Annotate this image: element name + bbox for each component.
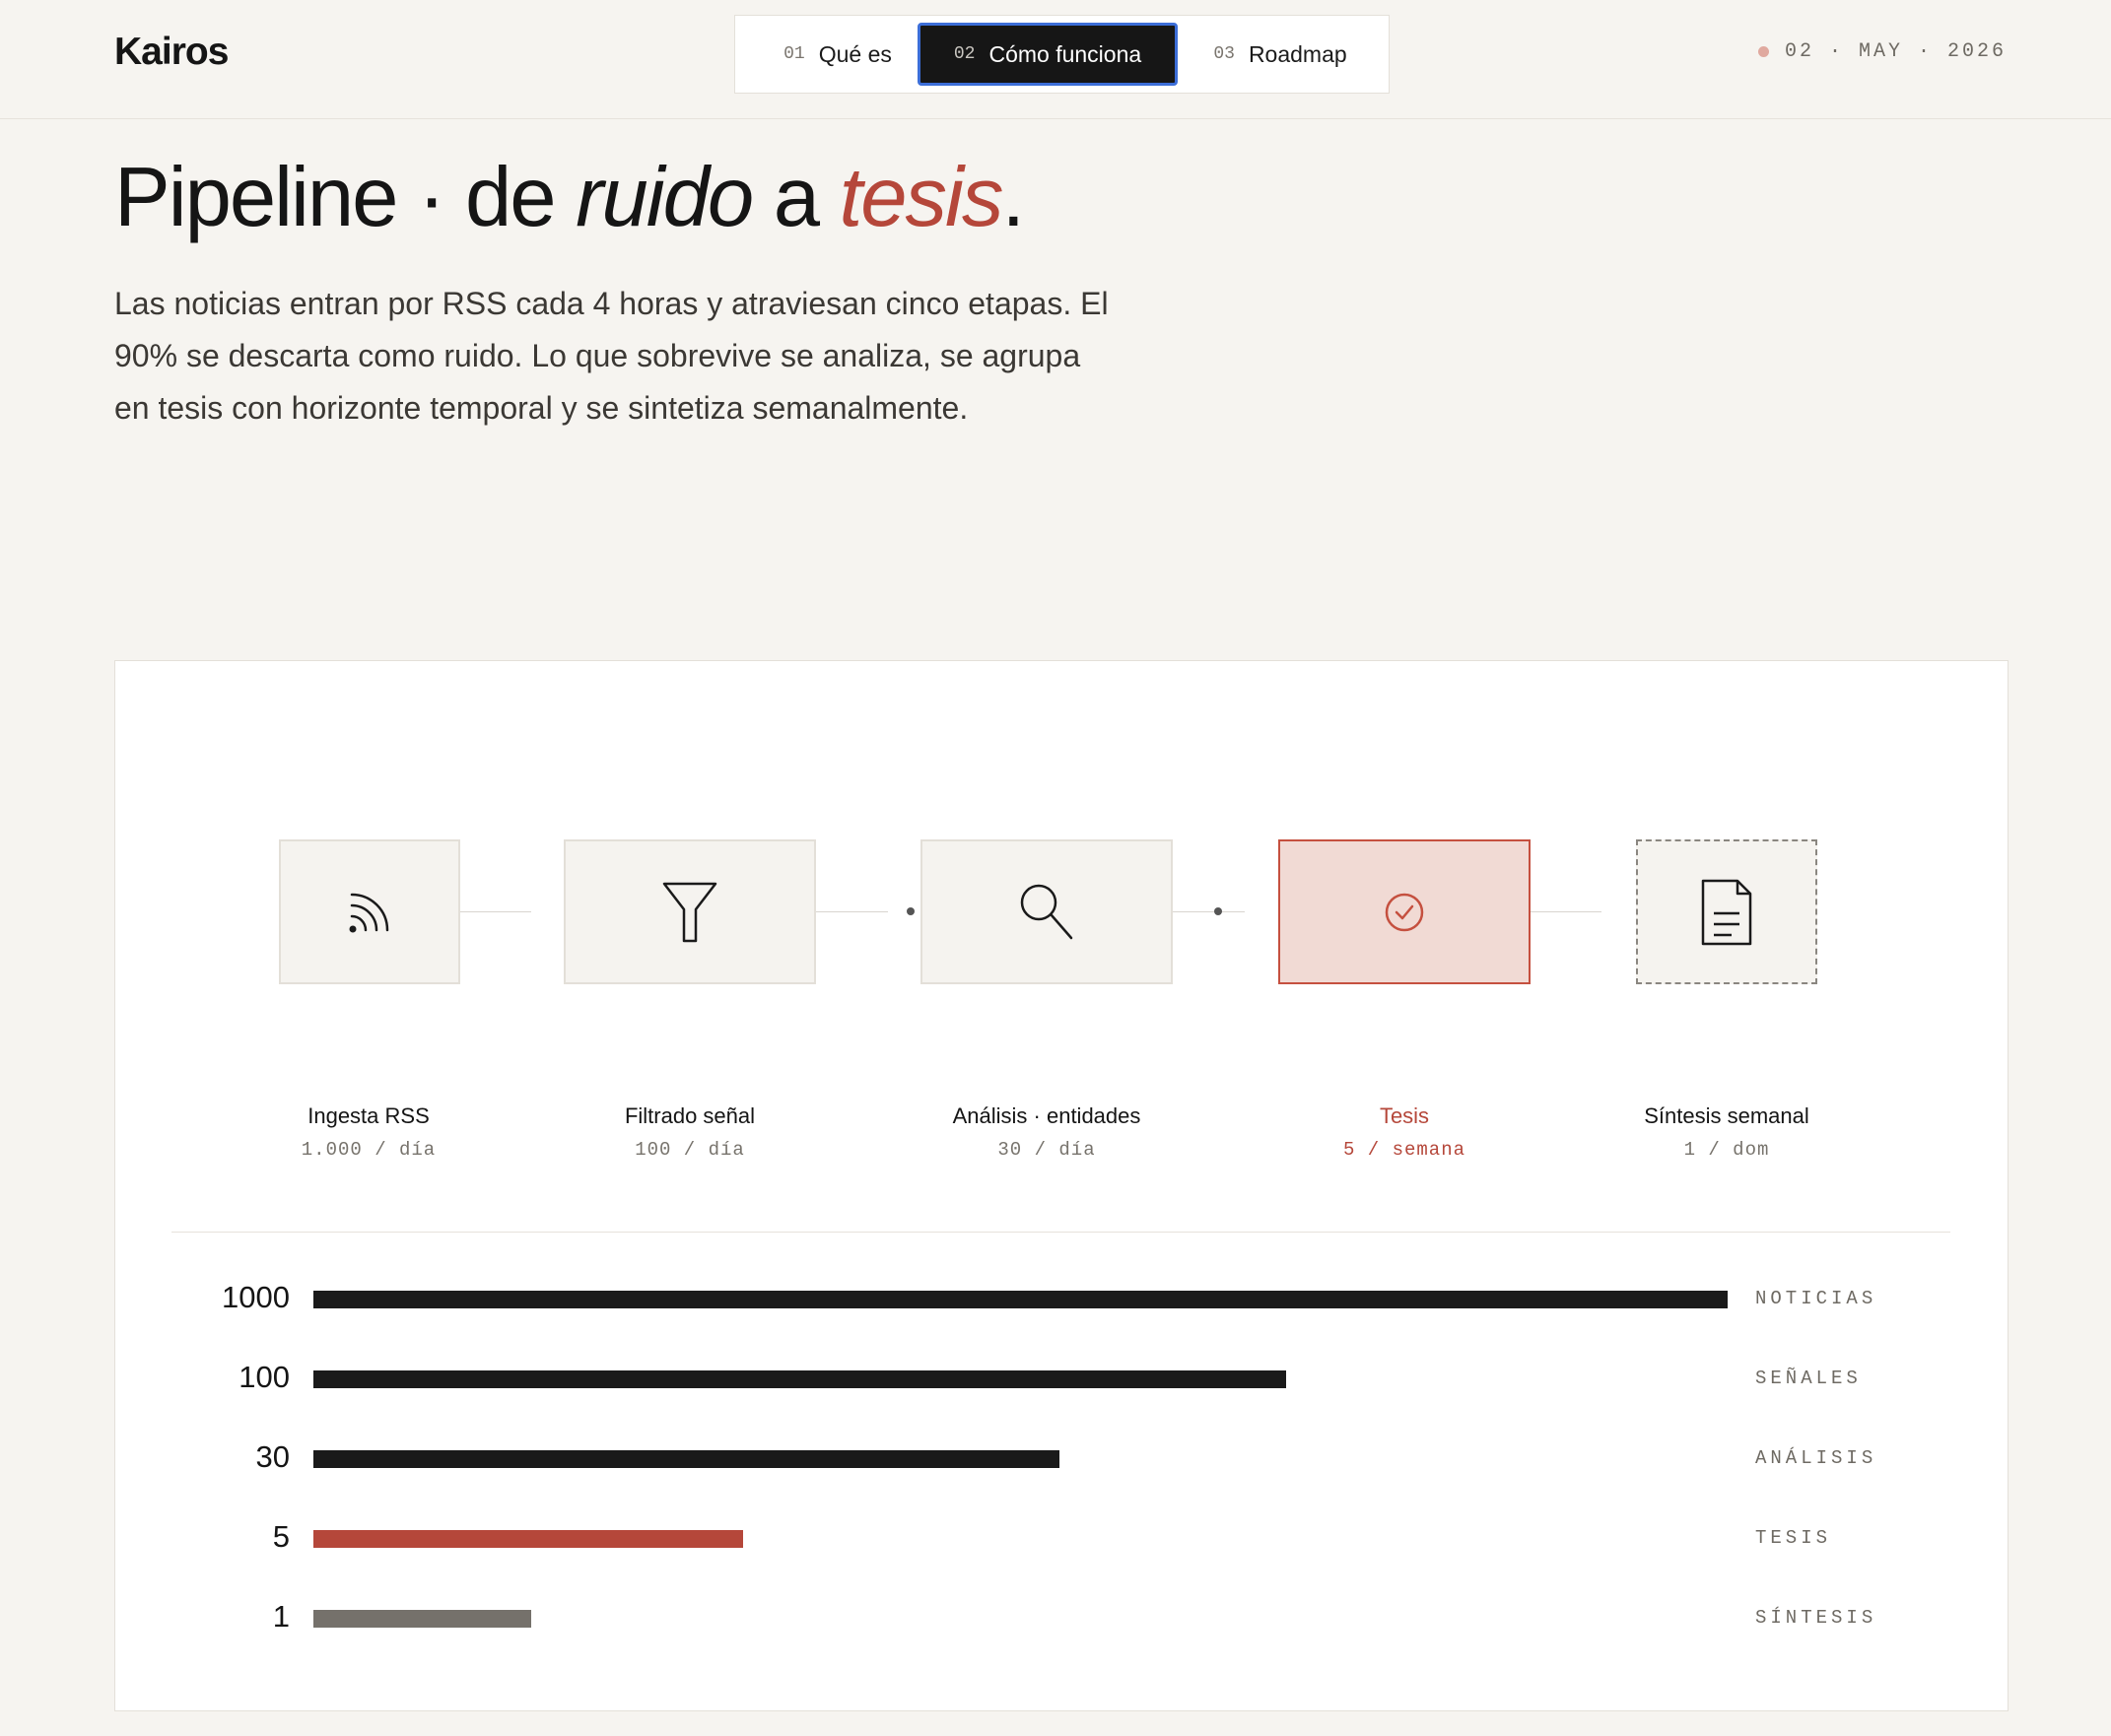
stage-node-filtrado[interactable] bbox=[564, 839, 816, 984]
stage-label: Síntesis semanal bbox=[1644, 1103, 1809, 1128]
connector-dot bbox=[907, 907, 915, 915]
connector-line bbox=[458, 911, 531, 912]
bar-value-label: 30 bbox=[255, 1439, 290, 1474]
tab-roadmap[interactable]: 03 Roadmap bbox=[1184, 23, 1377, 86]
title-part: . bbox=[1001, 151, 1025, 244]
tab-como-funciona[interactable]: 02 Cómo funciona bbox=[918, 23, 1178, 86]
check-circle-icon bbox=[1383, 891, 1426, 934]
tab-number: 01 bbox=[783, 44, 805, 64]
bar-category-label: SÍNTESIS bbox=[1755, 1607, 1877, 1629]
stage-node-tesis[interactable] bbox=[1278, 839, 1531, 984]
lead-paragraph: Las noticias entran por RSS cada 4 horas… bbox=[114, 286, 1109, 426]
rss-icon bbox=[342, 885, 397, 940]
stage-rate: 30 / día bbox=[997, 1139, 1096, 1161]
tab-number: 03 bbox=[1213, 44, 1235, 64]
stage-rate: 1 / dom bbox=[1683, 1139, 1770, 1161]
pipeline-panel: Ingesta RSS 1.000 / día Filtrado señal 1… bbox=[114, 660, 2009, 1711]
title-part: Pipeline · de bbox=[114, 151, 577, 244]
section-nav: 01 Qué es 02 Cómo funciona 03 Roadmap bbox=[734, 15, 1390, 94]
title-part: a bbox=[752, 151, 840, 244]
bar-category-label: TESIS bbox=[1755, 1527, 1832, 1549]
tab-label: Cómo funciona bbox=[988, 40, 1142, 67]
funnel-icon bbox=[660, 880, 719, 945]
divider bbox=[171, 1232, 1950, 1233]
title-part: tesis bbox=[839, 151, 1004, 244]
stage-label: Filtrado señal bbox=[624, 1103, 756, 1128]
bar-value-label: 1000 bbox=[222, 1280, 290, 1314]
search-icon bbox=[1017, 881, 1076, 944]
stage-label: Ingesta RSS bbox=[307, 1103, 430, 1128]
header: Kairos 01 Qué es 02 Cómo funciona 03 Roa… bbox=[0, 0, 2111, 119]
status-dot-icon bbox=[1757, 46, 1769, 57]
bar-category-label: ANÁLISIS bbox=[1755, 1447, 1877, 1469]
bar-síntesis bbox=[313, 1610, 531, 1628]
stage-rate: 1.000 / día bbox=[301, 1139, 437, 1161]
stage-node-sintesis[interactable] bbox=[1636, 839, 1817, 984]
stage-label: Análisis · entidades bbox=[952, 1103, 1141, 1128]
date-indicator: 02 · MAY · 2026 bbox=[1757, 40, 2007, 63]
connector-line bbox=[1529, 911, 1601, 912]
title-part: ruido bbox=[576, 151, 754, 244]
brand-logo[interactable]: Kairos bbox=[114, 31, 229, 74]
bar-señales bbox=[313, 1370, 1286, 1388]
bar-value-label: 1 bbox=[272, 1599, 290, 1634]
bar-análisis bbox=[313, 1450, 1059, 1468]
stage-rate: 100 / día bbox=[635, 1139, 745, 1161]
tab-number: 02 bbox=[953, 44, 976, 64]
bar-value-label: 5 bbox=[272, 1519, 290, 1554]
bar-category-label: NOTICIAS bbox=[1755, 1288, 1877, 1309]
bar-value-label: 100 bbox=[238, 1360, 290, 1394]
stage-rate: 5 / semana bbox=[1342, 1139, 1466, 1161]
bar-tesis bbox=[313, 1530, 743, 1548]
page-title: Pipeline · de ruido a tesis. bbox=[114, 150, 1025, 246]
tab-label: Qué es bbox=[818, 40, 892, 67]
stage-node-analisis[interactable] bbox=[920, 839, 1173, 984]
document-icon bbox=[1700, 878, 1753, 947]
bar-category-label: SEÑALES bbox=[1755, 1368, 1862, 1389]
connector-line bbox=[815, 911, 888, 912]
tab-que-es[interactable]: 01 Qué es bbox=[751, 23, 924, 86]
connector-line bbox=[1172, 911, 1245, 912]
stage-node-ingesta[interactable] bbox=[279, 839, 460, 984]
date-text: 02 · MAY · 2026 bbox=[1784, 40, 2007, 63]
connector-dot bbox=[1214, 907, 1222, 915]
bar-noticias bbox=[313, 1291, 1728, 1308]
tab-label: Roadmap bbox=[1248, 40, 1347, 67]
stage-label: Tesis bbox=[1379, 1103, 1430, 1128]
